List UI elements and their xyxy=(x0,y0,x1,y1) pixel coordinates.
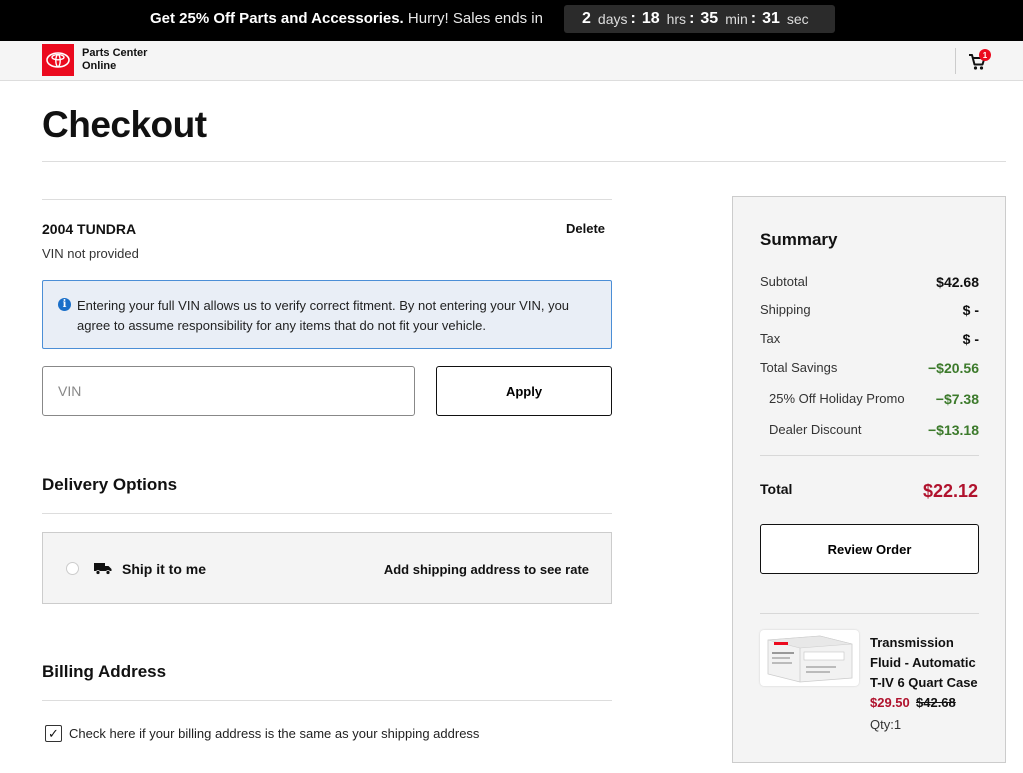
checkmark-icon: ✓ xyxy=(48,725,59,741)
tax-value: $ - xyxy=(962,331,979,347)
promo-banner: Get 25% Off Parts and Accessories. Hurry… xyxy=(0,0,1023,41)
divider xyxy=(760,613,979,614)
divider xyxy=(760,455,979,456)
product-name-link[interactable]: Transmission Fluid - Automatic T-IV 6 Qu… xyxy=(870,633,982,693)
countdown-minutes: 35 xyxy=(700,10,719,27)
countdown-separator: : xyxy=(630,10,636,27)
countdown-separator: : xyxy=(689,10,695,27)
countdown-seconds-unit: sec xyxy=(786,11,809,27)
promo-text: Get 25% Off Parts and Accessories. Hurry… xyxy=(150,10,543,27)
total-label: Total xyxy=(760,481,793,497)
countdown-hours-unit: hrs xyxy=(666,11,687,27)
billing-same-label: Check here if your billing address is th… xyxy=(69,726,480,741)
tax-label: Tax xyxy=(760,331,781,346)
promo-discount-value: −$7.38 xyxy=(935,391,979,407)
dealer-discount-label: Dealer Discount xyxy=(769,422,862,437)
product-image[interactable] xyxy=(760,630,859,686)
product-sale-price: $29.50 xyxy=(870,695,910,710)
site-header: Parts Center Online xyxy=(0,41,1023,81)
vin-info-alert: i Entering your full VIN allows us to ve… xyxy=(42,280,612,349)
subtotal-value: $42.68 xyxy=(936,274,979,290)
vehicle-name: 2004 TUNDRA xyxy=(42,221,137,237)
page-title: Checkout xyxy=(42,104,207,145)
countdown-minutes-unit: min xyxy=(725,11,748,27)
countdown-days: 2 xyxy=(582,10,591,27)
promo-discount-label: 25% Off Holiday Promo xyxy=(769,391,905,406)
cart-count-badge: 1 xyxy=(979,49,991,61)
subtotal-row: Subtotal $42.68 xyxy=(760,274,979,290)
delivery-options-title: Delivery Options xyxy=(42,475,178,494)
ship-option-label: Ship it to me xyxy=(122,561,206,577)
countdown-hours: 18 xyxy=(641,10,660,27)
toyota-logo-icon[interactable] xyxy=(42,44,74,76)
divider xyxy=(42,161,1006,162)
summary-title: Summary xyxy=(760,230,838,249)
delete-vehicle-link[interactable]: Delete xyxy=(566,221,605,236)
brand-line-2: Online xyxy=(82,60,117,72)
promo-hurry: Hurry! Sales ends in xyxy=(407,10,543,27)
billing-address-title: Billing Address xyxy=(42,662,167,681)
info-icon: i xyxy=(58,298,71,311)
vin-status: VIN not provided xyxy=(42,246,139,261)
brand-name[interactable]: Parts Center Online xyxy=(82,47,147,73)
product-quantity: Qty:1 xyxy=(870,717,902,732)
subtotal-label: Subtotal xyxy=(760,274,808,289)
vin-info-text: Entering your full VIN allows us to veri… xyxy=(77,298,570,333)
delivery-option-ship[interactable]: Ship it to me Add shipping address to se… xyxy=(42,532,612,604)
apply-vin-button[interactable]: Apply xyxy=(436,366,612,416)
dealer-discount-value: −$13.18 xyxy=(928,422,979,438)
review-order-button[interactable]: Review Order xyxy=(760,524,979,574)
tax-row: Tax $ - xyxy=(760,331,979,347)
total-value: $22.12 xyxy=(922,481,978,501)
shipping-row: Shipping $ - xyxy=(760,302,979,318)
ship-radio[interactable] xyxy=(66,562,79,575)
dealer-discount-row: Dealer Discount −$13.18 xyxy=(769,422,979,438)
divider xyxy=(42,513,612,514)
divider xyxy=(42,700,612,701)
countdown-timer: 2 days : 18 hrs : 35 min : 31 sec xyxy=(564,5,835,33)
divider xyxy=(42,199,612,200)
header-divider xyxy=(955,48,956,74)
countdown-days-unit: days xyxy=(597,11,628,27)
truck-icon xyxy=(94,562,112,575)
ship-rate-text: Add shipping address to see rate xyxy=(383,562,589,577)
total-savings-row: Total Savings −$20.56 xyxy=(760,360,979,376)
shipping-value: $ - xyxy=(962,302,979,318)
countdown-seconds: 31 xyxy=(762,10,780,27)
product-original-price: $42.68 xyxy=(916,695,956,710)
countdown-separator: : xyxy=(750,10,757,27)
billing-same-checkbox[interactable]: ✓ xyxy=(45,725,62,742)
vin-input[interactable] xyxy=(42,366,415,416)
total-savings-label: Total Savings xyxy=(760,360,838,375)
brand-line-1: Parts Center xyxy=(82,47,148,59)
promo-headline: Get 25% Off Parts and Accessories. xyxy=(150,10,404,27)
shipping-label: Shipping xyxy=(760,302,811,317)
total-savings-value: −$20.56 xyxy=(928,360,979,376)
order-summary: Summary Subtotal $42.68 Shipping $ - Tax… xyxy=(732,196,1006,763)
promo-discount-row: 25% Off Holiday Promo −$7.38 xyxy=(769,391,979,407)
